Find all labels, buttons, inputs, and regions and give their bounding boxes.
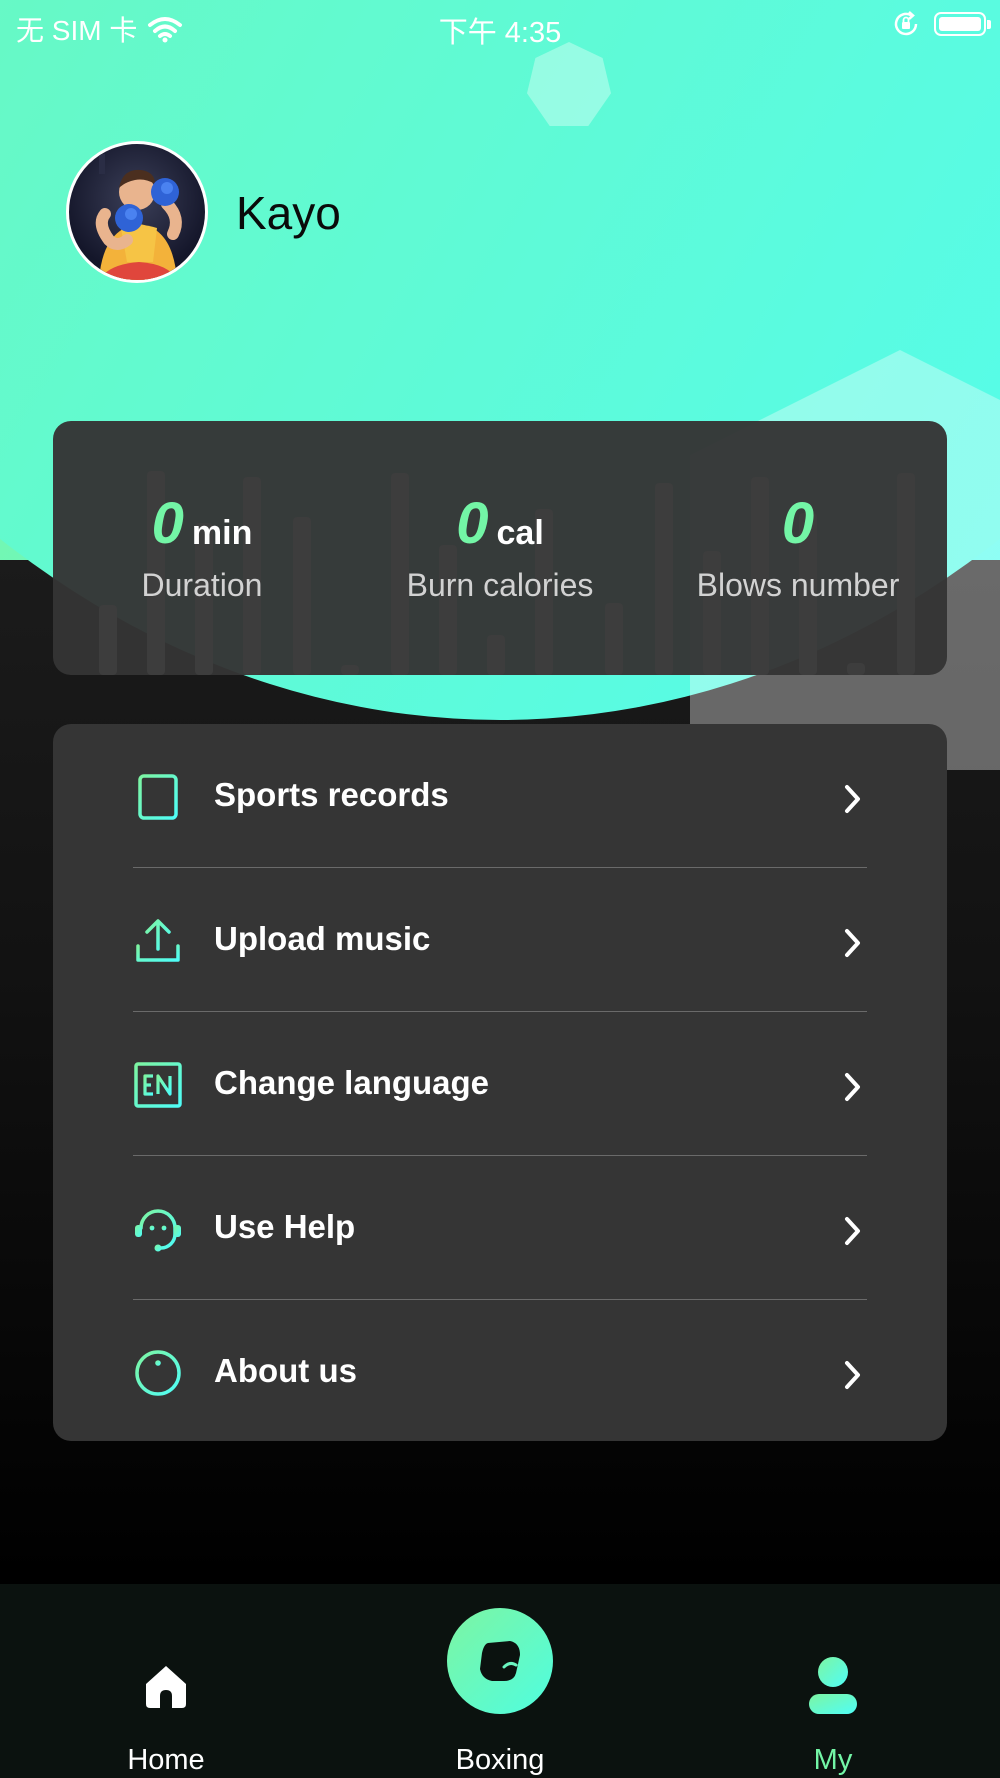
menu-label-change-language: Change language (214, 1064, 490, 1101)
menu-item-sports-records[interactable]: Sports records (133, 724, 867, 868)
stat-calories-unit: cal (496, 514, 544, 552)
stat-blows-value: 0 (781, 491, 815, 556)
status-bar: 无 SIM 卡 下午 4:35 (0, 0, 1000, 50)
bottom-tab-bar: Home Boxing My (0, 1584, 1000, 1778)
stats-card: 0 min Duration 0 cal Burn calories 0 Blo… (53, 421, 947, 675)
chevron-right-icon (845, 1361, 860, 1389)
chevron-right-icon (845, 929, 860, 957)
menu-item-change-language[interactable]: Change language (133, 1012, 867, 1156)
user-icon (809, 1657, 857, 1714)
tab-my-label: My (813, 1744, 853, 1776)
stat-duration-label: Duration (141, 567, 263, 603)
info-icon (135, 1350, 181, 1396)
tab-boxing-label: Boxing (455, 1744, 545, 1776)
menu-item-upload-music[interactable]: Upload music (133, 868, 867, 1012)
language-en-icon (134, 1062, 182, 1108)
stat-calories: 0 cal Burn calories (351, 483, 649, 604)
boxing-glove-icon (480, 1641, 520, 1681)
boxing-button[interactable] (447, 1608, 553, 1714)
status-time: 下午 4:35 (438, 17, 562, 49)
tab-home[interactable]: Home (66, 1584, 266, 1778)
profile-screen: 无 SIM 卡 下午 4:35 Kayo 0 min Duration 0 ca… (0, 0, 1000, 1778)
status-right (892, 10, 991, 38)
stat-calories-label: Burn calories (406, 567, 594, 603)
stat-blows: 0 Blows number (649, 483, 947, 604)
tab-my[interactable]: My (733, 1584, 933, 1778)
stat-duration: 0 min Duration (53, 483, 351, 604)
tab-home-label: Home (127, 1744, 205, 1776)
chevron-right-icon (845, 1073, 860, 1101)
stat-calories-value: 0 (456, 491, 489, 556)
chevron-right-icon (845, 785, 860, 813)
menu-card: Sports records Upload music Change langu… (53, 724, 947, 1441)
document-icon (138, 774, 178, 820)
stat-duration-unit: min (191, 514, 253, 552)
upload-icon (136, 919, 180, 962)
headset-icon (135, 1209, 181, 1252)
menu-label-sports-records: Sports records (214, 776, 449, 813)
menu-label-about-us: About us (214, 1352, 357, 1389)
stat-blows-label: Blows number (696, 567, 900, 603)
menu-item-use-help[interactable]: Use Help (133, 1156, 867, 1300)
menu-item-about-us[interactable]: About us (133, 1300, 867, 1444)
chevron-right-icon (845, 1217, 860, 1245)
boxer-avatar-icon (95, 154, 182, 280)
battery-level (939, 17, 981, 31)
username: Kayo (236, 187, 341, 239)
menu-label-use-help: Use Help (214, 1208, 356, 1245)
home-icon (146, 1666, 186, 1708)
menu-label-upload-music: Upload music (214, 920, 431, 957)
avatar[interactable] (66, 141, 208, 283)
orientation-lock-icon (894, 11, 918, 36)
tab-boxing[interactable]: Boxing (400, 1584, 600, 1778)
stat-duration-value: 0 (151, 491, 184, 556)
battery-icon (934, 12, 991, 36)
